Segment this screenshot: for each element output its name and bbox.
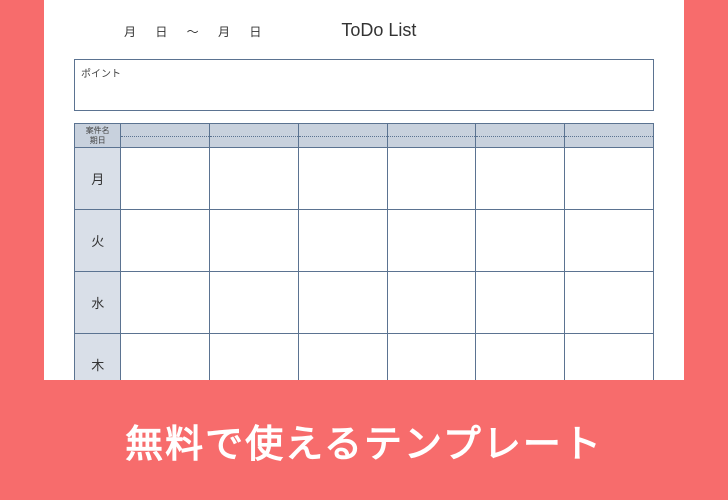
header-row: 月 日 ～ 月 日 ToDo List: [74, 20, 654, 41]
data-cell: [387, 272, 476, 334]
data-cell: [298, 334, 387, 381]
row-header-label: 案件名 期日: [75, 124, 121, 148]
table-row: 木: [75, 334, 654, 381]
data-cell: [476, 210, 565, 272]
data-cell: [387, 210, 476, 272]
table-row: 水: [75, 272, 654, 334]
col-header: [387, 124, 476, 148]
day-label-thu: 木: [75, 334, 121, 381]
data-cell: [565, 148, 654, 210]
data-cell: [565, 334, 654, 381]
banner-text: 無料で使えるテンプレート: [125, 413, 603, 468]
data-cell: [121, 334, 210, 381]
todo-grid: 案件名 期日 月 火: [74, 123, 654, 380]
document-preview: 月 日 ～ 月 日 ToDo List ポイント 案件名 期日 月: [44, 0, 684, 380]
data-cell: [298, 210, 387, 272]
data-cell: [121, 148, 210, 210]
data-cell: [298, 148, 387, 210]
data-cell: [210, 334, 299, 381]
col-header: [565, 124, 654, 148]
day-label-mon: 月: [75, 148, 121, 210]
promo-banner: 無料で使えるテンプレート: [0, 380, 728, 500]
page-title: ToDo List: [341, 20, 416, 41]
point-label: ポイント: [81, 69, 121, 80]
data-cell: [387, 148, 476, 210]
col-header: [210, 124, 299, 148]
point-box: ポイント: [74, 59, 654, 111]
day-label-wed: 水: [75, 272, 121, 334]
data-cell: [565, 272, 654, 334]
data-cell: [476, 334, 565, 381]
day-label-tue: 火: [75, 210, 121, 272]
data-cell: [387, 334, 476, 381]
data-cell: [565, 210, 654, 272]
data-cell: [121, 272, 210, 334]
grid-header-row: 案件名 期日: [75, 124, 654, 148]
data-cell: [210, 210, 299, 272]
data-cell: [476, 148, 565, 210]
data-cell: [210, 148, 299, 210]
data-cell: [298, 272, 387, 334]
col-header: [476, 124, 565, 148]
data-cell: [476, 272, 565, 334]
data-cell: [210, 272, 299, 334]
table-row: 月: [75, 148, 654, 210]
col-header: [298, 124, 387, 148]
col-header: [121, 124, 210, 148]
date-range: 月 日 ～ 月 日: [124, 23, 269, 40]
data-cell: [121, 210, 210, 272]
table-row: 火: [75, 210, 654, 272]
